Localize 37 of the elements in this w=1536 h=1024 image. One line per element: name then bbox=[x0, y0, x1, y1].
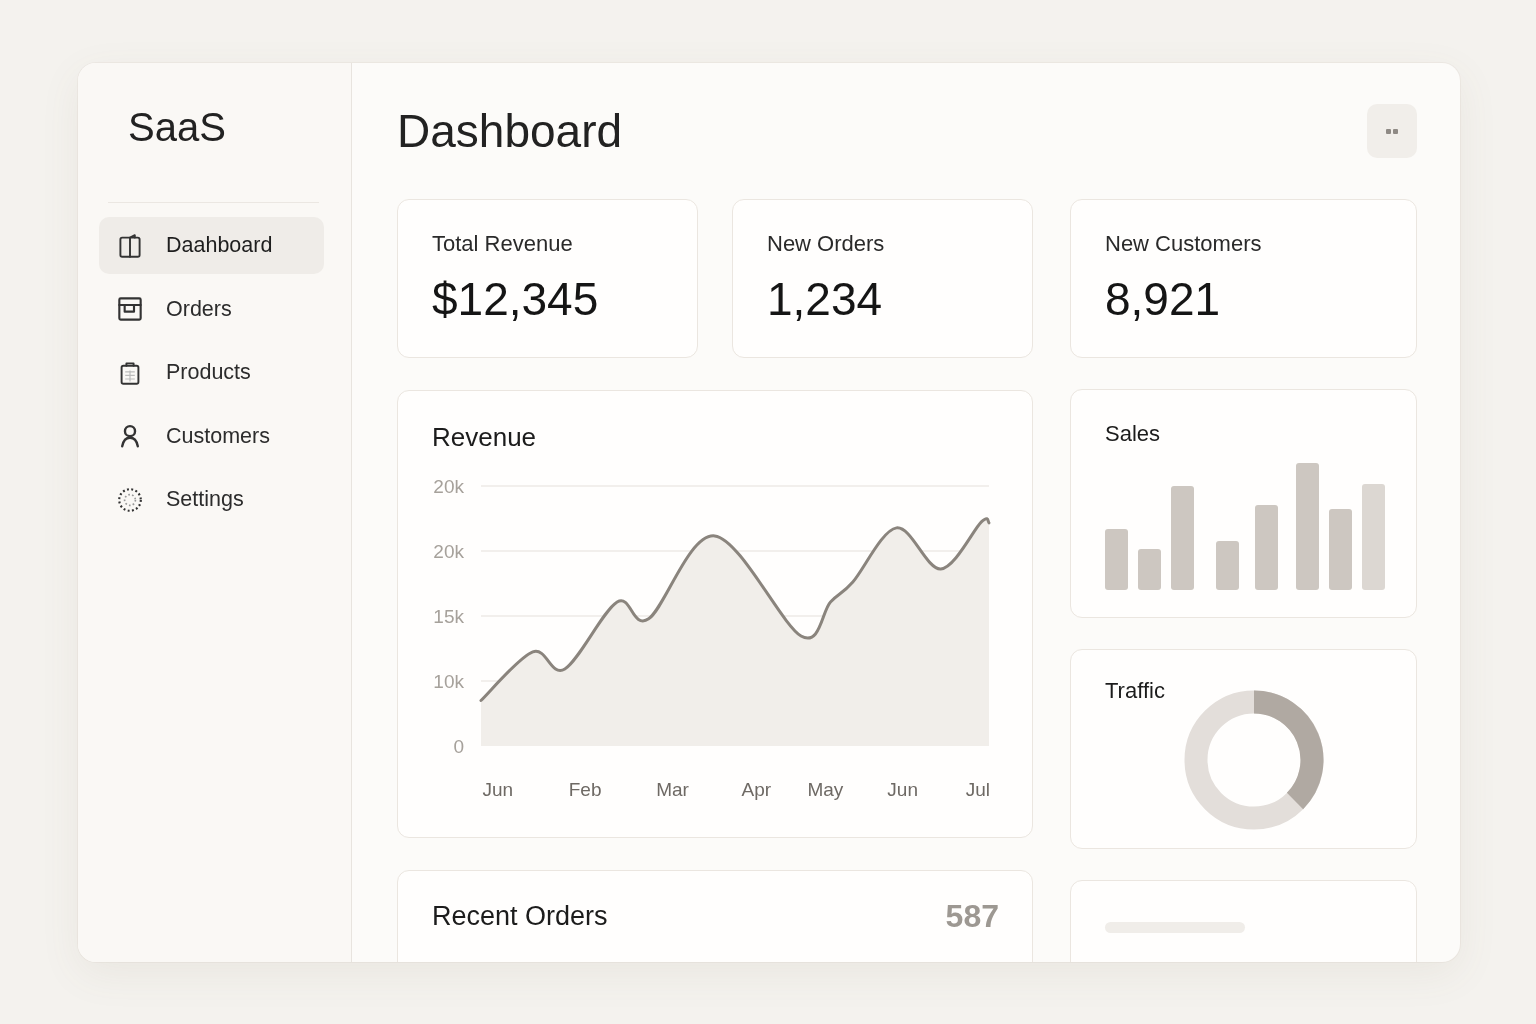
nav-item[interactable]: Settings bbox=[99, 471, 324, 528]
axis-label: Jun bbox=[887, 778, 918, 800]
book-icon bbox=[118, 233, 142, 258]
axis-label: Jun bbox=[482, 778, 514, 800]
dotted-circle-icon bbox=[118, 487, 142, 512]
dots-icon bbox=[1386, 128, 1398, 134]
logo-text: SaaS bbox=[128, 104, 226, 151]
nav-item[interactable]: Customers bbox=[99, 407, 324, 465]
stat-value: $12,345 bbox=[432, 273, 600, 326]
stat-label: New Orders bbox=[767, 231, 886, 257]
axis-label: 10k bbox=[433, 670, 464, 692]
axis-label: May bbox=[807, 778, 844, 800]
axis-label: 15k bbox=[433, 605, 464, 627]
card-title: Revenue bbox=[432, 422, 538, 454]
axis-label: 20k bbox=[433, 475, 464, 497]
nav-item[interactable]: Products bbox=[99, 344, 324, 401]
axis-label: Feb bbox=[568, 778, 602, 800]
stat-value: 1,234 bbox=[767, 273, 884, 326]
stat-label: New Customers bbox=[1105, 231, 1263, 257]
axis-label: Jul bbox=[965, 778, 990, 800]
card-title: Traffic bbox=[1105, 678, 1165, 705]
nav-item[interactable]: Orders bbox=[99, 280, 324, 338]
more-button[interactable] bbox=[1367, 104, 1417, 158]
order-count: 587 bbox=[945, 898, 999, 935]
card-title: Sales bbox=[1105, 421, 1162, 448]
axis-label: 20k bbox=[433, 540, 464, 562]
axis-label: Apr bbox=[741, 778, 772, 800]
stat-label: Total Revenue bbox=[432, 231, 574, 257]
card-title: Recent Orders bbox=[432, 900, 608, 933]
axis-label: Mar bbox=[656, 778, 689, 800]
stat-value: 8,921 bbox=[1105, 273, 1222, 326]
person-icon bbox=[118, 424, 142, 448]
page-title: Dashboard bbox=[397, 108, 623, 154]
tray-icon bbox=[118, 297, 142, 321]
clipboard-icon bbox=[118, 360, 142, 385]
axis-label: 0 bbox=[453, 735, 464, 757]
nav-item[interactable]: Daahboard bbox=[99, 217, 324, 274]
